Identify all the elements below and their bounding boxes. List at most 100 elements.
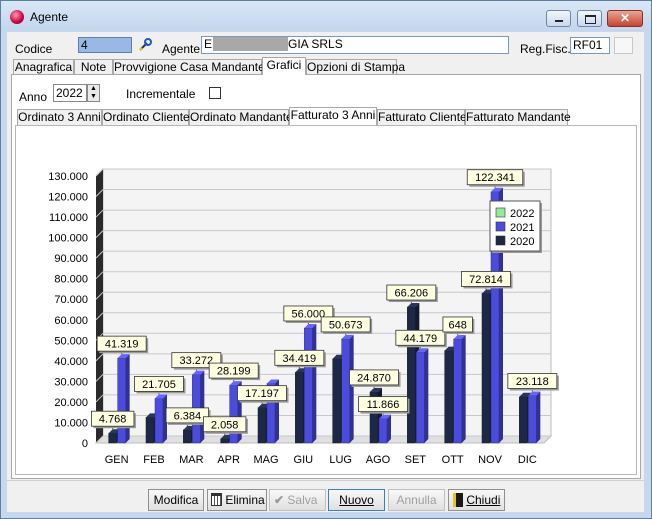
- title-bar[interactable]: Agente: [1, 1, 651, 31]
- value-callout: 41.319: [96, 335, 149, 355]
- y-tick-label: 10.000: [54, 417, 88, 429]
- value-callout: 34.419: [274, 349, 326, 369]
- tab-grafici[interactable]: Grafici: [262, 57, 306, 75]
- bar-2021-front: [416, 352, 425, 444]
- data-label: 56.000: [292, 308, 326, 320]
- anno-spinner[interactable]: ▲ ▼: [87, 84, 100, 102]
- bar-2021: [117, 354, 130, 444]
- codice-label: Codice: [15, 42, 53, 56]
- spin-down-icon[interactable]: ▼: [88, 93, 99, 101]
- data-label: 17.197: [245, 388, 279, 400]
- value-callout: 648: [442, 316, 475, 335]
- tab-opzioni-di-stampa[interactable]: Opzioni di Stampa: [306, 59, 405, 75]
- value-callout: 24.870: [349, 369, 401, 388]
- value-callout: 28.199: [208, 362, 261, 382]
- data-label: 11.866: [367, 399, 400, 411]
- tab-provvigione-casa-mandante[interactable]: Provvigione Casa Mandante: [113, 59, 265, 75]
- bar-2021-front: [229, 384, 238, 444]
- bar-2020-front: [519, 396, 528, 444]
- value-callout: 66.206: [386, 284, 438, 304]
- redacted-block: [213, 37, 289, 51]
- spin-up-icon[interactable]: ▲: [88, 85, 99, 93]
- bar-2021-front: [117, 357, 126, 444]
- nuovo-button[interactable]: Nuovo: [328, 489, 385, 511]
- maximize-button[interactable]: [577, 10, 602, 27]
- annulla-label: Annulla: [396, 493, 437, 507]
- minimize-button[interactable]: [546, 10, 571, 27]
- subtab-ordinato-mandante[interactable]: Ordinato Mandante: [189, 109, 293, 125]
- data-label: 28.199: [217, 366, 251, 378]
- elimina-button[interactable]: Elimina: [207, 489, 267, 511]
- data-label: 21.705: [142, 379, 176, 391]
- value-callout: 21.705: [134, 376, 186, 395]
- y-tick-label: 100.000: [48, 233, 88, 245]
- bar-2020-front: [481, 293, 491, 444]
- x-tick-label: GEN: [105, 454, 129, 466]
- bar-2021-side: [424, 348, 429, 443]
- value-callout: 23.118: [507, 373, 559, 392]
- x-tick-label: GIU: [294, 454, 314, 466]
- x-tick-label: MAG: [253, 454, 278, 466]
- regfisc-extra-box[interactable]: [614, 37, 633, 54]
- data-label: 122.341: [475, 172, 515, 184]
- data-label: 41.319: [105, 339, 139, 351]
- codice-lookup-icon[interactable]: [137, 37, 153, 53]
- tab-anagrafica[interactable]: Anagrafica: [13, 59, 74, 75]
- regfisc-label: Reg.Fisc.: [520, 42, 571, 56]
- salva-label: Salva: [287, 493, 318, 507]
- bar-2021: [416, 348, 429, 444]
- x-tick-label: LUG: [329, 454, 352, 466]
- incrementale-checkbox[interactable]: [209, 87, 221, 99]
- bar-2020-front: [183, 429, 192, 444]
- chiudi-button[interactable]: Chiudi: [448, 489, 505, 511]
- y-tick-label: 60.000: [54, 315, 88, 327]
- subtab-ordinato-cliente[interactable]: Ordinato Cliente: [102, 109, 190, 125]
- subtab-fatturato-cliente[interactable]: Fatturato Cliente: [377, 109, 467, 125]
- data-label: 66.206: [395, 288, 429, 300]
- bar-2020-front: [257, 407, 267, 444]
- close-window-button[interactable]: [607, 10, 643, 27]
- agente-name-prefix: E: [204, 37, 213, 51]
- y-tick-label: 20.000: [54, 397, 88, 409]
- x-tick-label: NOV: [478, 454, 503, 466]
- incrementale-label: Incrementale: [126, 87, 196, 101]
- agente-name-input[interactable]: E GIA SRLS: [201, 36, 509, 54]
- codice-input[interactable]: 4: [78, 37, 132, 53]
- bar-2021-front: [154, 398, 164, 444]
- agente-window: Agente Codice 4 Agente E GIA SRLS Reg.Fis…: [0, 0, 652, 519]
- legend-swatch: [495, 207, 506, 218]
- client-area: Codice 4 Agente E GIA SRLS Reg.Fisc. RF01…: [7, 32, 644, 512]
- bar-2021: [304, 323, 317, 444]
- legend-label: 2022: [510, 208, 534, 220]
- y-tick-label: 0: [82, 438, 88, 450]
- bar-2021-front: [341, 338, 350, 444]
- data-label: 4.768: [99, 414, 127, 426]
- x-tick-label: MAR: [179, 454, 204, 466]
- subtab-ordinato-3-anni[interactable]: Ordinato 3 Anni: [17, 109, 102, 125]
- data-label: 6.384: [174, 410, 202, 422]
- bar-2020-front: [108, 432, 117, 444]
- y-tick-label: 30.000: [54, 376, 88, 388]
- y-tick-label: 70.000: [54, 294, 88, 306]
- bar-2021: [341, 334, 354, 444]
- bar-2021-side: [125, 354, 130, 443]
- subtab-fatturato-3-anni[interactable]: Fatturato 3 Anni: [289, 107, 377, 125]
- checkmark-icon: ✔: [274, 493, 285, 507]
- bar-2021-side: [349, 334, 354, 443]
- annulla-button[interactable]: Annulla: [388, 489, 445, 511]
- subtab-fatturato-mandante[interactable]: Fatturato Mandante: [465, 109, 571, 125]
- regfisc-input[interactable]: RF01: [570, 37, 610, 54]
- data-label: 33.272: [180, 355, 214, 367]
- salva-button[interactable]: ✔ Salva: [269, 489, 326, 511]
- bar-2020-front: [407, 306, 416, 444]
- value-callout: 72.814: [461, 271, 513, 290]
- legend-swatch: [495, 235, 506, 246]
- y-tick-label: 80.000: [54, 274, 88, 286]
- data-label: 72.814: [469, 274, 503, 286]
- modifica-button[interactable]: Modifica: [148, 489, 204, 511]
- value-callout: 44.179: [395, 329, 447, 349]
- app-logo-icon: [10, 10, 24, 24]
- anno-input[interactable]: 2022: [53, 84, 87, 102]
- data-label: 23.118: [516, 376, 549, 388]
- tab-note[interactable]: Note: [74, 59, 113, 75]
